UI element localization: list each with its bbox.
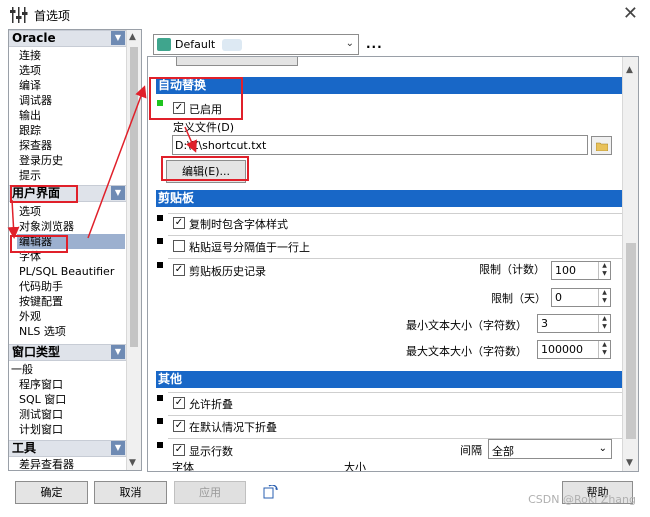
annotation-arrows (7, 85, 197, 239)
